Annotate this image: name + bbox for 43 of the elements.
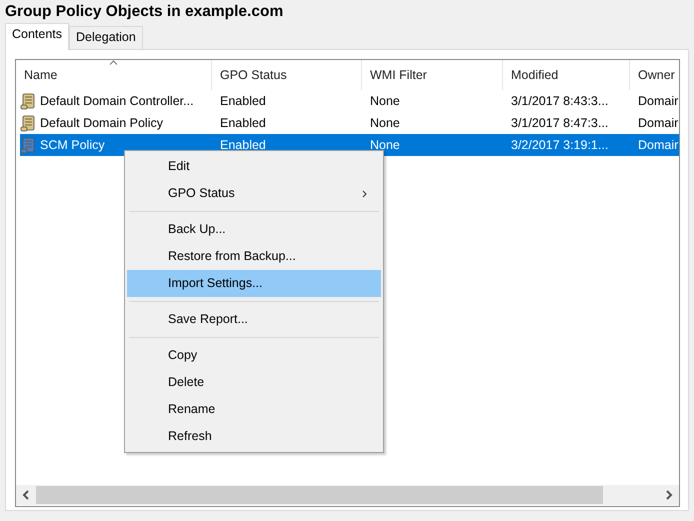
- sort-ascending-icon: [108, 60, 118, 65]
- menu-item[interactable]: Rename: [127, 396, 381, 423]
- table-cell: Default Domain Controller...: [40, 94, 194, 108]
- table-cell: Domair: [638, 138, 678, 152]
- scroll-right-icon[interactable]: [665, 490, 673, 500]
- table-row[interactable]: Default Domain Controller... Enabled None 3/1/2017 8:43:3... Domair: [20, 90, 679, 112]
- menu-item[interactable]: Edit: [127, 153, 381, 180]
- menu-item[interactable]: Save Report...: [127, 306, 381, 333]
- column-header[interactable]: WMI Filter: [362, 60, 503, 90]
- table-cell: Domair: [638, 94, 678, 108]
- table-cell: 3/1/2017 8:43:3...: [511, 94, 608, 108]
- scroll-document-icon: [20, 136, 36, 154]
- tab[interactable]: Contents: [5, 23, 70, 50]
- table-cell: None: [370, 116, 400, 130]
- menu-item[interactable]: Copy: [127, 342, 381, 369]
- table-cell: Enabled: [220, 138, 266, 152]
- menu-item[interactable]: Import Settings...: [127, 270, 381, 297]
- scroll-document-icon: [20, 114, 36, 132]
- table-cell: Default Domain Policy: [40, 116, 163, 130]
- table-cell: None: [370, 138, 400, 152]
- scrollbar-thumb[interactable]: [36, 486, 603, 504]
- table-cell: None: [370, 94, 400, 108]
- menu-item[interactable]: GPO Status: [127, 180, 381, 207]
- menu-item[interactable]: Delete: [127, 369, 381, 396]
- table-cell: 3/1/2017 8:47:3...: [511, 116, 608, 130]
- table-cell: SCM Policy: [40, 138, 105, 152]
- table-cell: Domair: [638, 116, 678, 130]
- menu-item[interactable]: Restore from Backup...: [127, 243, 381, 270]
- page-title: Group Policy Objects in example.com: [4, 2, 284, 22]
- column-header[interactable]: Owner: [630, 60, 679, 90]
- table-row[interactable]: Default Domain Policy Enabled None 3/1/2017 8:47:3... Domair: [20, 112, 679, 134]
- table-cell: Enabled: [220, 116, 266, 130]
- horizontal-scrollbar[interactable]: [16, 485, 679, 505]
- menu-item[interactable]: Refresh: [127, 423, 381, 450]
- column-header[interactable]: GPO Status: [212, 60, 362, 90]
- menu-item[interactable]: Back Up...: [127, 216, 381, 243]
- column-header[interactable]: Modified: [503, 60, 630, 90]
- table-cell: Enabled: [220, 94, 266, 108]
- scroll-left-icon[interactable]: [22, 490, 30, 500]
- scroll-document-icon: [20, 92, 36, 110]
- tab[interactable]: Delegation: [69, 26, 143, 49]
- table-cell: 3/2/2017 3:19:1...: [511, 138, 608, 152]
- column-header[interactable]: Name: [16, 60, 212, 90]
